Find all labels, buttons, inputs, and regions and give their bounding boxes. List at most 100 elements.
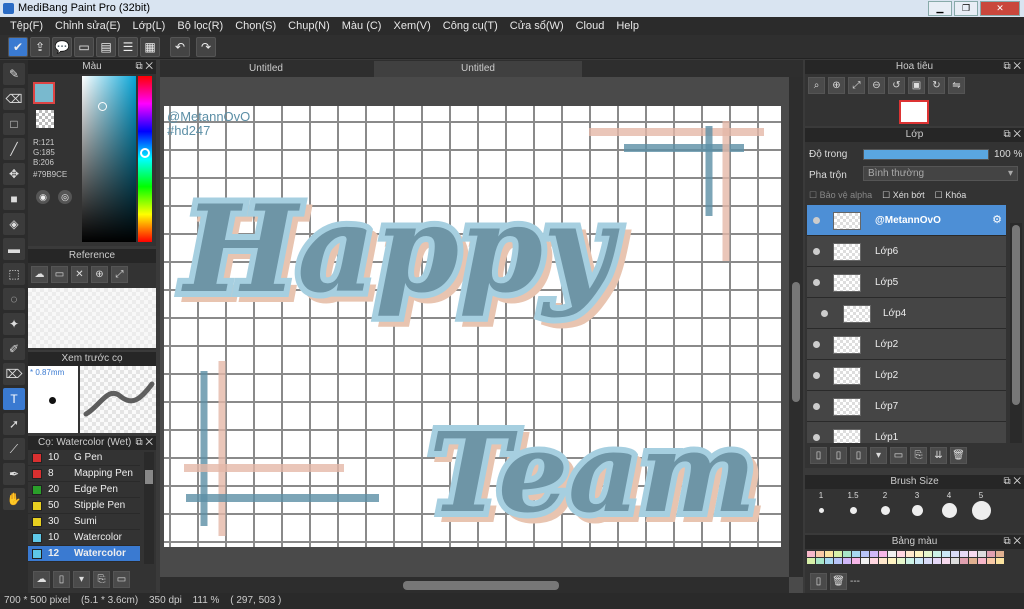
visibility-icon[interactable] [821,310,828,317]
rotate-left-icon[interactable]: ↺ [888,77,905,94]
foreground-color-swatch[interactable] [33,82,55,104]
brush-size-option[interactable]: 5 [965,491,997,520]
layer-item[interactable]: @MetannOvO ⚙ [807,205,1006,236]
drawing-canvas[interactable]: @MetannOvO #hd247 Happy Happy Team Team [164,106,781,547]
merge-layer-icon[interactable]: ⇊ [930,447,947,464]
brush-list-item[interactable]: 20 Edge Pen [28,482,140,498]
layer-item[interactable]: Lớp7 [807,391,1006,422]
brush-size-option[interactable]: 1.5 [837,491,869,520]
comment-icon[interactable]: 💬 [52,37,72,57]
horizontal-scrollbar[interactable] [160,577,789,593]
brush-size-option[interactable]: 1 [805,491,837,520]
chat-icon[interactable]: ▭ [74,37,94,57]
cloud-open-icon[interactable]: ☁ [31,266,48,283]
palette-swatch[interactable] [906,558,914,564]
palette-swatch[interactable] [897,558,905,564]
layer-item[interactable]: Lớp5 [807,267,1006,298]
brush-list-item[interactable]: 30 Sumi [28,514,140,530]
vertical-scrollbar[interactable] [789,77,803,577]
share-icon[interactable]: ⇪ [30,37,50,57]
palette-swatch[interactable] [978,558,986,564]
visibility-icon[interactable] [813,248,820,255]
list-icon[interactable]: ☰ [118,37,138,57]
actual-size-icon[interactable]: ▣ [908,77,925,94]
tab-untitled-1[interactable]: Untitled [164,61,368,77]
color-picker-cursor[interactable] [98,102,107,111]
layer-settings-gear-icon[interactable]: ⚙ [992,213,1002,226]
brush-list-scroll-thumb[interactable] [145,470,153,484]
palette-swatch[interactable] [816,551,824,557]
palette-swatch[interactable] [807,551,815,557]
palette-swatches[interactable] [805,549,1010,565]
zoom-in-icon[interactable]: ⊕ [91,266,108,283]
protect-alpha-checkbox[interactable]: ☐ Bảo vệ alpha [809,190,872,201]
palette-swatch[interactable] [942,551,950,557]
palette-swatch[interactable] [852,558,860,564]
vertical-scroll-thumb[interactable] [792,282,800,402]
bucket-tool-icon[interactable]: ◈ [3,213,25,235]
visibility-icon[interactable] [813,372,820,379]
close-icon[interactable]: ⧉ ✕ [1003,535,1021,549]
brush-tool-icon[interactable]: ✎ [3,63,25,85]
palette-swatch[interactable] [888,551,896,557]
palette-swatch[interactable] [951,558,959,564]
cloud-check-icon[interactable]: ✔ [8,37,28,57]
brush-size-option[interactable]: 4 [933,491,965,520]
brush-list-item[interactable]: 50 Stipple Pen [28,498,140,514]
layer-item[interactable]: Lớp6 [807,236,1006,267]
palette-swatch[interactable] [879,551,887,557]
palette-swatch[interactable] [897,551,905,557]
brush-list-scrollbar[interactable] [144,452,154,564]
transparent-color-swatch[interactable] [36,110,54,128]
menu-color[interactable]: Màu (C) [336,17,388,35]
lasso-tool-icon[interactable]: ◌ [3,288,25,310]
menu-window[interactable]: Cửa sổ(W) [504,17,570,35]
copy-brush-icon[interactable]: ⎘ [93,571,110,588]
palette-swatch[interactable] [906,551,914,557]
visibility-icon[interactable] [813,341,820,348]
redo-icon[interactable]: ↷ [196,37,216,57]
palette-swatch[interactable] [870,551,878,557]
menu-select[interactable]: Chọn(S) [229,17,282,35]
palette-swatch[interactable] [834,551,842,557]
gradient-tool-icon[interactable]: ▬ [3,238,25,260]
cloud-brush-icon[interactable]: ☁ [33,571,50,588]
palette-swatch[interactable] [996,558,1004,564]
rotate-right-icon[interactable]: ↻ [928,77,945,94]
new-brush-icon[interactable]: ▯ [53,571,70,588]
select-pen-tool-icon[interactable]: ✐ [3,338,25,360]
rectangle-tool-icon[interactable]: □ [3,113,25,135]
palette-swatch[interactable] [987,558,995,564]
select-eraser-tool-icon[interactable]: ⌦ [3,363,25,385]
menu-filter[interactable]: Bộ lọc(R) [171,17,229,35]
magic-wand-tool-icon[interactable]: ✦ [3,313,25,335]
fill-rect-tool-icon[interactable]: ■ [3,188,25,210]
palette-swatch[interactable] [978,551,986,557]
visibility-icon[interactable] [813,217,820,224]
folder-open-icon[interactable]: ▭ [51,266,68,283]
add-layer-menu-icon[interactable]: ▾ [870,447,887,464]
palette-swatch[interactable] [951,551,959,557]
fit-window-icon[interactable]: ⤢ [848,77,865,94]
palette-swatch[interactable] [861,551,869,557]
close-icon[interactable]: ⧉ ✕ [135,436,153,450]
palette-swatch[interactable] [960,558,968,564]
menu-snap[interactable]: Chụp(N) [282,17,336,35]
delete-layer-icon[interactable]: 🗑 [950,447,967,464]
zoom-search-icon[interactable]: ⌕ [808,77,825,94]
palette-swatch[interactable] [933,551,941,557]
palette-swatch[interactable] [933,558,941,564]
close-icon[interactable]: ⧉ ✕ [1003,128,1021,142]
close-icon[interactable]: ⧉ ✕ [135,60,153,74]
fit-icon[interactable]: ⤢ [111,266,128,283]
zoom-in-icon[interactable]: ⊕ [828,77,845,94]
palette-swatch[interactable] [852,551,860,557]
palette-swatch[interactable] [924,558,932,564]
tab-untitled-2[interactable]: Untitled [374,61,582,77]
palette-swatch[interactable] [807,558,815,564]
brush-list-item[interactable]: 8 Mapping Pen [28,466,140,482]
new-halftone-layer-icon[interactable]: ▯ [830,447,847,464]
zoom-out-icon[interactable]: ⊖ [868,77,885,94]
layer-item[interactable]: Lớp2 [807,360,1006,391]
eyedropper-tool-icon[interactable]: ⟋ [3,438,25,460]
